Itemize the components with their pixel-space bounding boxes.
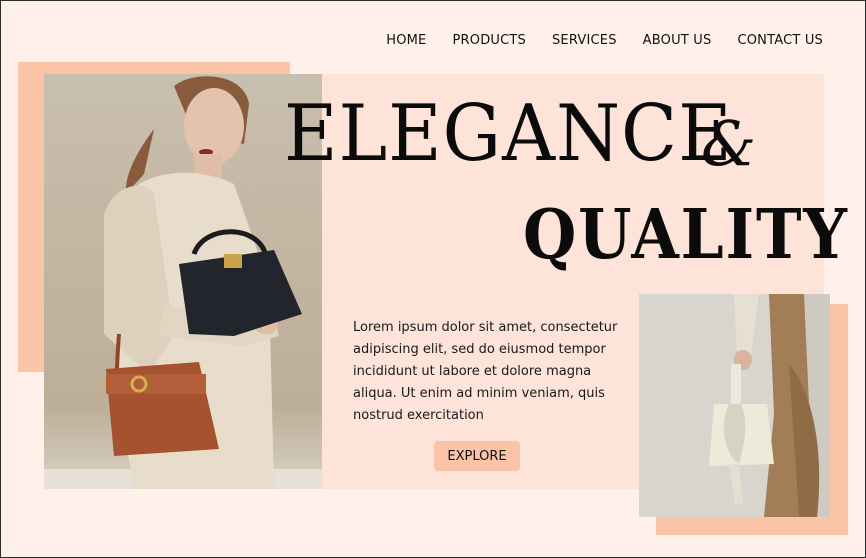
hero-description: Lorem ipsum dolor sit amet, consectetur …	[353, 320, 618, 423]
product-photo-white-bucket-bag	[639, 294, 830, 517]
hero-title-quality: QUALITY	[523, 195, 849, 275]
main-nav: HOME PRODUCTS SERVICES ABOUT US CONTACT …	[386, 33, 823, 48]
hero-title-elegance: ELEGANCE	[284, 89, 733, 179]
hero-photo-woman-with-handbags	[44, 74, 322, 489]
explore-button[interactable]: EXPLORE	[434, 441, 520, 471]
nav-services[interactable]: SERVICES	[552, 33, 617, 48]
nav-home[interactable]: HOME	[386, 33, 426, 48]
hero-ampersand: &	[701, 107, 757, 180]
nav-about-us[interactable]: ABOUT US	[643, 33, 712, 48]
nav-contact-us[interactable]: CONTACT US	[737, 33, 823, 48]
nav-products[interactable]: PRODUCTS	[452, 33, 526, 48]
